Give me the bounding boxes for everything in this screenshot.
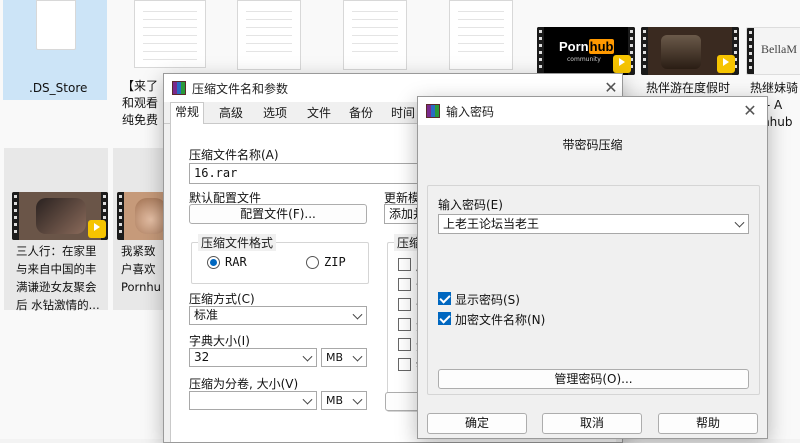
cancel-button[interactable]: 取消 <box>542 413 642 434</box>
password-heading: 带密码压缩 <box>562 138 623 152</box>
chevron-down-icon <box>352 351 363 362</box>
chevron-down-icon <box>352 309 363 320</box>
password-label: 输入密码(E) <box>438 198 503 212</box>
winrar-icon <box>426 104 440 118</box>
player-badge-icon <box>613 55 631 73</box>
profiles-button[interactable]: 配置文件(F)... <box>189 204 367 224</box>
video-thumbnail <box>12 192 108 240</box>
help-button[interactable]: 帮助 <box>658 413 758 434</box>
chevron-down-icon <box>352 394 363 405</box>
tab-general[interactable]: 常规 <box>170 102 204 125</box>
show-password-checkbox[interactable] <box>438 292 451 305</box>
archive-name-label: 压缩文件名称(A) <box>189 148 279 162</box>
method-value: 标准 <box>194 308 219 322</box>
close-icon[interactable]: ✕ <box>600 78 622 98</box>
tab-files[interactable]: 文件 <box>302 104 336 124</box>
logo-subtitle: community <box>567 56 601 63</box>
method-select[interactable]: 标准 <box>189 306 367 325</box>
show-password-label: 显示密码(S) <box>455 293 520 307</box>
archive-format-title: 压缩文件格式 <box>198 234 277 251</box>
chevron-down-icon <box>302 394 313 405</box>
split-volumes-select[interactable] <box>189 391 317 410</box>
password-value: 上老王论坛当老王 <box>443 217 540 231</box>
password-dialog-titlebar[interactable]: 输入密码 ✕ <box>418 97 767 125</box>
dictionary-unit-value: MB <box>326 351 344 364</box>
close-icon[interactable]: ✕ <box>739 101 761 121</box>
encrypt-filenames-checkbox[interactable] <box>438 312 451 325</box>
file-name: .DS_Store <box>29 81 88 95</box>
player-badge-icon <box>717 55 735 73</box>
archive-name-input[interactable]: 16.rar <box>189 163 429 184</box>
bella-logo: BellaM <box>761 42 797 56</box>
ok-button[interactable]: 确定 <box>427 413 527 434</box>
tab-time[interactable]: 时间 <box>386 104 420 124</box>
file-name: 热伴游在度假时 <box>646 81 731 95</box>
pornhub-logo: Pornhub <box>559 39 615 54</box>
document-icon <box>449 0 513 70</box>
winrar-icon <box>172 81 186 95</box>
dictionary-size-value: 32 <box>194 350 210 364</box>
encrypt-filenames-label: 加密文件名称(N) <box>455 313 546 327</box>
tab-backup[interactable]: 备份 <box>344 104 378 124</box>
tab-options[interactable]: 选项 <box>258 104 292 124</box>
document-icon <box>134 0 206 68</box>
chevron-down-icon <box>302 351 313 362</box>
password-group: 输入密码(E) 上老王论坛当老王 显示密码(S) 加密文件名称(N) 管理密码(… <box>427 185 760 395</box>
document-icon <box>343 0 407 70</box>
manage-passwords-button[interactable]: 管理密码(O)... <box>438 369 749 389</box>
file-icon <box>36 0 76 50</box>
video-thumbnail[interactable] <box>641 27 739 75</box>
split-volumes-label: 压缩为分卷, 大小(V) <box>189 377 299 391</box>
method-label: 压缩方式(C) <box>189 292 255 306</box>
dictionary-unit-select[interactable]: MB <box>321 348 367 367</box>
split-unit-value: MB <box>326 394 344 407</box>
format-zip-radio[interactable] <box>306 256 319 269</box>
format-rar-radio[interactable] <box>207 256 220 269</box>
password-input[interactable]: 上老王论坛当老王 <box>438 214 749 234</box>
tab-advanced[interactable]: 高级 <box>214 104 248 124</box>
archive-dialog-title: 压缩文件名和参数 <box>192 82 289 96</box>
file-name: 三人行：在家里 与来自中国的丰 满谦逊女友聚会 后 水钻激情的... <box>16 244 100 312</box>
video-thumbnail[interactable]: Pornhub community <box>537 27 635 75</box>
option-checkbox[interactable] <box>398 338 411 351</box>
option-checkbox[interactable] <box>398 258 411 271</box>
chevron-down-icon <box>734 217 745 228</box>
option-checkbox[interactable] <box>398 318 411 331</box>
file-tile-ds-store[interactable]: .DS_Store <box>3 0 107 100</box>
option-checkbox[interactable] <box>398 278 411 291</box>
split-unit-select[interactable]: MB <box>321 391 367 410</box>
option-checkbox[interactable] <box>398 298 411 311</box>
format-rar-label: RAR <box>225 255 247 269</box>
option-checkbox[interactable] <box>398 358 411 371</box>
archive-format-group: 压缩文件格式 RAR ZIP <box>191 234 369 284</box>
video-thumbnail[interactable]: BellaM <box>746 27 800 75</box>
dictionary-size-select[interactable]: 32 <box>189 348 317 367</box>
format-zip-label: ZIP <box>324 255 346 269</box>
enter-password-dialog: 输入密码 ✕ 带密码压缩 输入密码(E) 上老王论坛当老王 显示密码(S) 加密… <box>417 96 768 439</box>
player-badge-icon <box>88 220 106 238</box>
file-tile-video-1[interactable]: 三人行：在家里 与来自中国的丰 满谦逊女友聚会 后 水钻激情的... <box>4 148 108 312</box>
dictionary-size-label: 字典大小(I) <box>189 334 250 348</box>
file-tile-video-2[interactable]: 我紧致 户喜欢 Pornhu <box>113 148 172 310</box>
document-icon <box>237 0 301 70</box>
password-dialog-title: 输入密码 <box>446 105 495 119</box>
file-name: 我紧致 户喜欢 Pornhu <box>121 244 161 294</box>
